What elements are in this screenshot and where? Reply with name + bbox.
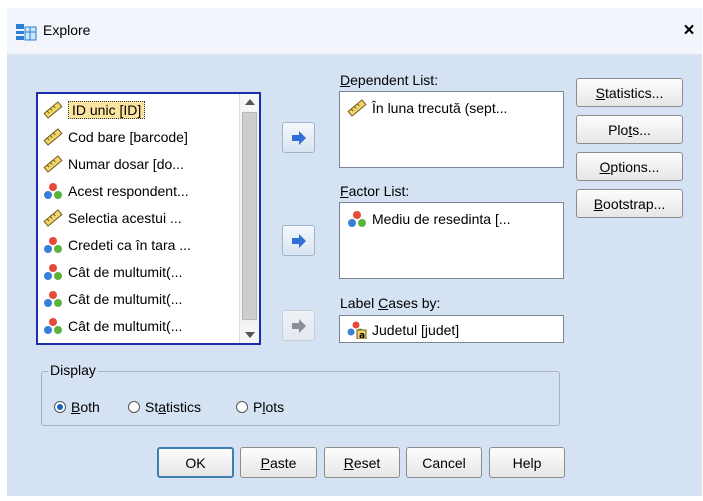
variable-label: Cât de multumit(... [68, 318, 183, 334]
right-arrow-icon [291, 130, 306, 145]
move-to-factor-button[interactable] [282, 225, 315, 256]
variable-list-scrollbar[interactable] [239, 94, 259, 343]
variable-list-item[interactable]: Cât de multumit(... [42, 260, 242, 284]
nominal-icon [42, 262, 64, 282]
cancel-button[interactable]: Cancel [406, 447, 482, 478]
display-legend: Display [48, 362, 98, 378]
paste-button[interactable]: Paste [240, 447, 317, 478]
variable-list-item[interactable]: Cât de multumit(... [42, 287, 242, 311]
statistics-button[interactable]: Statistics... [576, 78, 683, 107]
dependent-list-item[interactable]: În luna trecută (sept... [346, 98, 507, 118]
display-group: Display Both St a tistics Pl ots [41, 362, 560, 426]
variable-label: Cât de multumit(... [68, 264, 183, 280]
move-to-label-cases-button[interactable] [282, 310, 315, 341]
radio-selected-icon [54, 401, 66, 413]
variable-list-item[interactable]: Numar dosar [do... [42, 152, 242, 176]
source-variable-list[interactable]: ID unic [ID] Cod bare [barcode] Numar dosa… [36, 92, 261, 345]
variable-label: Selectia acestui ... [68, 210, 182, 226]
display-statistics-radio[interactable]: St a tistics [128, 399, 201, 415]
nominal-icon [42, 181, 64, 201]
right-arrow-icon [291, 318, 306, 333]
radio-unselected-icon [236, 401, 248, 413]
variable-label: Cât de multumit(... [68, 291, 183, 307]
variable-list-item[interactable]: Cât de multumit(... [42, 314, 242, 338]
ruler-icon [42, 154, 64, 174]
variable-list-item[interactable]: Selectia acestui ... [42, 206, 242, 230]
label-cases-box[interactable]: a Judetul [judet] [339, 315, 564, 343]
move-to-dependent-button[interactable] [282, 122, 315, 153]
nominal-icon [42, 235, 64, 255]
variable-label: Numar dosar [do... [68, 156, 184, 172]
bootstrap-button[interactable]: Bootstrap... [576, 189, 683, 218]
ruler-icon [42, 208, 64, 228]
variable-label: Acest respondent... [68, 183, 189, 199]
label-cases-item[interactable]: a Judetul [judet] [346, 320, 459, 340]
title-bar[interactable]: Explore × [7, 8, 702, 55]
window-title: Explore [43, 22, 91, 38]
variable-label: Cod bare [barcode] [68, 129, 188, 145]
svg-text:a: a [359, 331, 365, 339]
plots-button[interactable]: Plo t s... [576, 115, 683, 144]
variable-label: ID unic [ID] [68, 101, 146, 119]
right-arrow-icon [291, 233, 306, 248]
display-plots-radio[interactable]: Pl ots [236, 399, 284, 415]
explore-icon [15, 22, 37, 42]
factor-list-box[interactable]: Mediu de resedinta [... [339, 202, 564, 279]
variable-list-item[interactable]: ID unic [ID] [42, 98, 242, 122]
explore-dialog: Explore × ID unic [ID] Cod bare [barcode]… [0, 0, 703, 501]
display-both-radio[interactable]: Both [54, 399, 100, 415]
ok-button[interactable]: OK [157, 447, 234, 478]
ruler-icon [346, 98, 368, 118]
variable-list-item[interactable]: Credeti ca în tara ... [42, 233, 242, 257]
factor-list-label: Factor List: [340, 183, 410, 199]
factor-list-item[interactable]: Mediu de resedinta [... [346, 209, 511, 229]
scroll-up-button[interactable] [240, 94, 259, 111]
scroll-down-button[interactable] [240, 326, 259, 343]
label-cases-label: Label Cases by: [340, 295, 441, 311]
dependent-list-box[interactable]: În luna trecută (sept... [339, 91, 564, 168]
options-button[interactable]: Options... [576, 152, 683, 181]
nominal-string-icon: a [346, 320, 368, 340]
dependent-list-label: Dependent List: [340, 72, 439, 88]
ruler-icon [42, 100, 64, 120]
variable-label: Credeti ca în tara ... [68, 237, 191, 253]
nominal-icon [42, 289, 64, 309]
help-button[interactable]: Help [489, 447, 565, 478]
dialog-body: ID unic [ID] Cod bare [barcode] Numar dosa… [7, 55, 702, 496]
nominal-icon [42, 316, 64, 336]
variable-list-item[interactable]: Acest respondent... [42, 179, 242, 203]
reset-button[interactable]: Reset [324, 447, 400, 478]
close-button[interactable]: × [678, 20, 700, 42]
radio-unselected-icon [128, 401, 140, 413]
scroll-thumb[interactable] [242, 112, 257, 320]
ruler-icon [42, 127, 64, 147]
variable-list-item[interactable]: Cod bare [barcode] [42, 125, 242, 149]
nominal-icon [346, 209, 368, 229]
